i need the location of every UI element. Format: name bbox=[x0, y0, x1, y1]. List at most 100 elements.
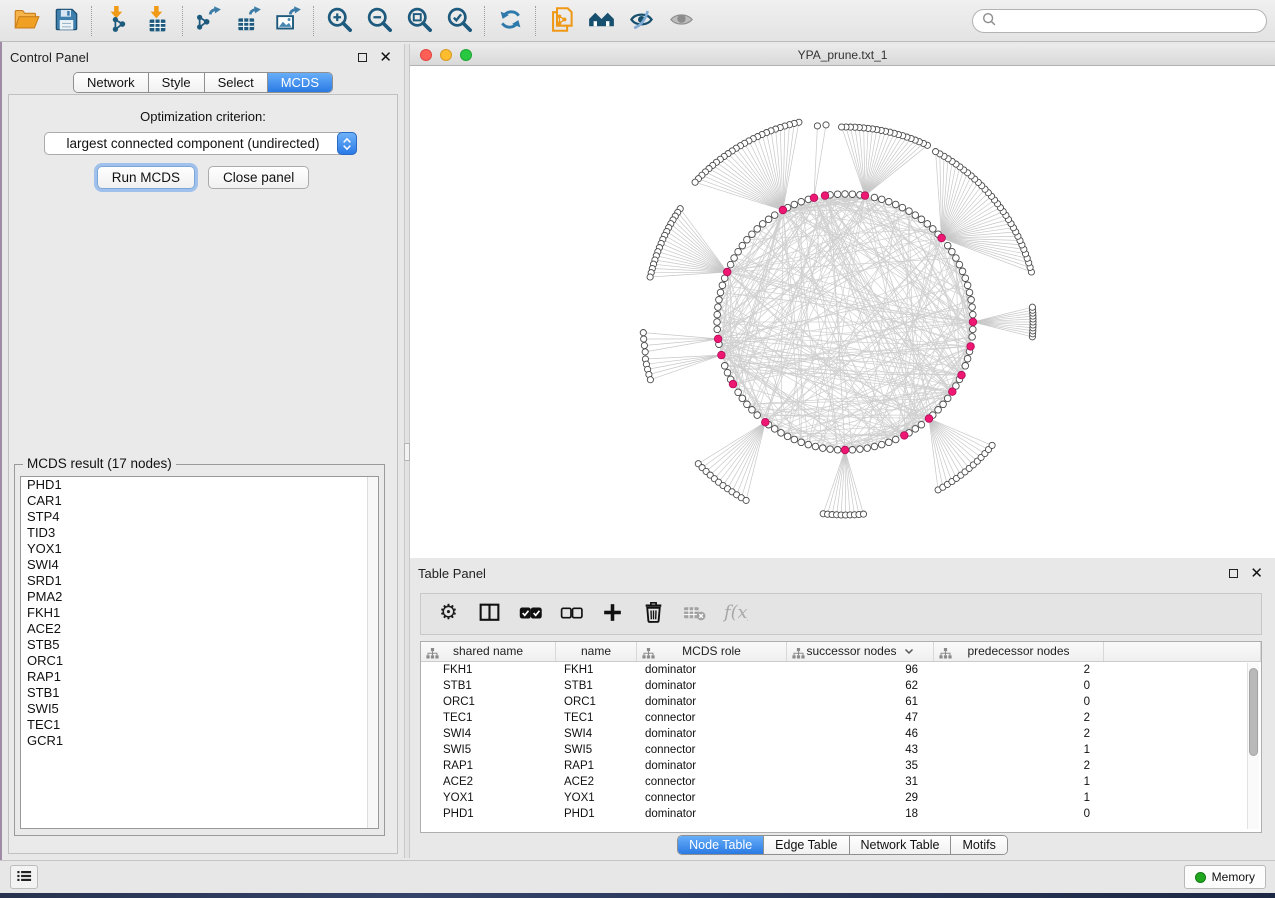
network-canvas[interactable] bbox=[410, 66, 1275, 558]
table-scrollbar-thumb[interactable] bbox=[1249, 668, 1258, 756]
open-file-button[interactable] bbox=[6, 4, 46, 38]
cell: 2 bbox=[934, 758, 1104, 774]
table-row[interactable]: SWI4SWI4dominator462 bbox=[421, 726, 1261, 742]
mcds-result-item[interactable]: TEC1 bbox=[21, 717, 378, 733]
mcds-result-item[interactable]: FKH1 bbox=[21, 605, 378, 621]
column-header-successor-nodes[interactable]: successor nodes bbox=[787, 642, 934, 661]
tab-style[interactable]: Style bbox=[148, 73, 204, 92]
node-table[interactable]: shared namenameMCDS rolesuccessor nodesp… bbox=[420, 641, 1262, 833]
column-header-name[interactable]: name bbox=[556, 642, 637, 661]
delete-table-button[interactable] bbox=[681, 601, 707, 627]
zoom-selected-button[interactable] bbox=[439, 4, 479, 38]
tab-select[interactable]: Select bbox=[204, 73, 267, 92]
toolbar-separator bbox=[182, 6, 183, 36]
import-network-icon bbox=[104, 6, 131, 36]
close-panel-button[interactable]: Close panel bbox=[208, 166, 309, 189]
table-row[interactable]: PHD1PHD1dominator180 bbox=[421, 806, 1261, 822]
function-builder-button[interactable]: f(x) bbox=[722, 601, 748, 627]
search-input[interactable] bbox=[1002, 14, 1258, 28]
mcds-node bbox=[901, 432, 909, 440]
column-header-predecessor-nodes[interactable]: predecessor nodes bbox=[934, 642, 1104, 661]
mcds-result-item[interactable]: STB1 bbox=[21, 685, 378, 701]
table-tab-edge-table[interactable]: Edge Table bbox=[763, 836, 848, 854]
show-details-button[interactable] bbox=[661, 4, 701, 38]
mcds-result-item[interactable]: YOX1 bbox=[21, 541, 378, 557]
function-builder-icon: f(x) bbox=[723, 600, 748, 628]
table-row[interactable]: TEC1TEC1connector472 bbox=[421, 710, 1261, 726]
mcds-result-item[interactable]: PMA2 bbox=[21, 589, 378, 605]
table-tab-node-table[interactable]: Node Table bbox=[678, 836, 763, 854]
memory-button[interactable]: Memory bbox=[1184, 865, 1266, 889]
delete-columns-button[interactable] bbox=[640, 601, 666, 627]
control-panel-title: Control Panel bbox=[10, 50, 346, 65]
mcds-result-item[interactable]: SWI4 bbox=[21, 557, 378, 573]
memory-label: Memory bbox=[1212, 870, 1255, 884]
mcds-result-item[interactable]: TID3 bbox=[21, 525, 378, 541]
export-network-button[interactable] bbox=[188, 4, 228, 38]
table-row[interactable]: STB1STB1dominator620 bbox=[421, 678, 1261, 694]
table-row[interactable]: ORC1ORC1dominator610 bbox=[421, 694, 1261, 710]
mcds-node bbox=[762, 418, 770, 426]
hide-selected-button[interactable] bbox=[621, 4, 661, 38]
mcds-node bbox=[718, 351, 726, 359]
zoom-in-button[interactable] bbox=[319, 4, 359, 38]
cell: 1 bbox=[934, 774, 1104, 790]
import-table-button[interactable] bbox=[137, 4, 177, 38]
mcds-result-item[interactable]: ORC1 bbox=[21, 653, 378, 669]
cell: ORC1 bbox=[421, 694, 556, 710]
mcds-result-item[interactable]: GCR1 bbox=[21, 733, 378, 749]
table-row[interactable]: RAP1RAP1dominator352 bbox=[421, 758, 1261, 774]
table-scrollbar[interactable] bbox=[1247, 663, 1259, 829]
mcds-list-scrollbar[interactable] bbox=[367, 477, 378, 828]
cell: connector bbox=[637, 774, 787, 790]
table-row[interactable]: SWI5SWI5connector431 bbox=[421, 742, 1261, 758]
table-row[interactable]: FKH1FKH1dominator962 bbox=[421, 662, 1261, 678]
column-header-mcds-role[interactable]: MCDS role bbox=[637, 642, 787, 661]
tab-network[interactable]: Network bbox=[74, 73, 148, 92]
svg-text:⚙: ⚙ bbox=[439, 600, 458, 624]
table-row[interactable]: YOX1YOX1connector291 bbox=[421, 790, 1261, 806]
import-network-button[interactable] bbox=[97, 4, 137, 38]
first-neighbors-button[interactable] bbox=[581, 4, 621, 38]
share-document-button[interactable] bbox=[541, 4, 581, 38]
table-tab-network-table[interactable]: Network Table bbox=[849, 836, 951, 854]
close-panel-icon[interactable]: ✕ bbox=[379, 53, 392, 62]
mcds-result-item[interactable]: STB5 bbox=[21, 637, 378, 653]
export-image-button[interactable] bbox=[268, 4, 308, 38]
zoom-out-button[interactable] bbox=[359, 4, 399, 38]
table-close-icon[interactable]: ✕ bbox=[1250, 569, 1263, 578]
column-settings-button[interactable]: ⚙ bbox=[435, 601, 461, 627]
select-all-checkboxes-button[interactable] bbox=[517, 601, 543, 627]
table-float-button[interactable] bbox=[1229, 569, 1238, 578]
save-session-button[interactable] bbox=[46, 4, 86, 38]
float-panel-button[interactable] bbox=[358, 53, 367, 62]
table-row[interactable]: ACE2ACE2connector311 bbox=[421, 774, 1261, 790]
status-bar: Memory bbox=[0, 860, 1275, 893]
run-mcds-button[interactable]: Run MCDS bbox=[97, 166, 195, 189]
split-panel-button[interactable] bbox=[476, 601, 502, 627]
show-details-icon bbox=[668, 6, 695, 36]
mcds-result-list[interactable]: PHD1CAR1STP4TID3YOX1SWI4SRD1PMA2FKH1ACE2… bbox=[20, 476, 379, 829]
export-table-button[interactable] bbox=[228, 4, 268, 38]
column-header-shared-name[interactable]: shared name bbox=[421, 642, 556, 661]
cell: SWI4 bbox=[421, 726, 556, 742]
zoom-selected-icon bbox=[446, 6, 473, 36]
mcds-result-item[interactable]: ACE2 bbox=[21, 621, 378, 637]
deselect-all-checkboxes-button[interactable] bbox=[558, 601, 584, 627]
add-column-button[interactable] bbox=[599, 601, 625, 627]
mcds-result-item[interactable]: STP4 bbox=[21, 509, 378, 525]
mcds-result-item[interactable]: SRD1 bbox=[21, 573, 378, 589]
cell: 29 bbox=[787, 790, 934, 806]
mcds-result-item[interactable]: RAP1 bbox=[21, 669, 378, 685]
table-tab-motifs[interactable]: Motifs bbox=[950, 836, 1006, 854]
zoom-fit-button[interactable] bbox=[399, 4, 439, 38]
mcds-result-item[interactable]: PHD1 bbox=[21, 477, 378, 493]
mcds-result-item[interactable]: SWI5 bbox=[21, 701, 378, 717]
search-box[interactable] bbox=[972, 9, 1267, 33]
mcds-result-item[interactable]: CAR1 bbox=[21, 493, 378, 509]
refresh-button[interactable] bbox=[490, 4, 530, 38]
criterion-dropdown[interactable]: largest connected component (undirected) bbox=[44, 132, 357, 155]
status-list-button[interactable] bbox=[10, 865, 38, 889]
cell: RAP1 bbox=[556, 758, 637, 774]
tab-mcds[interactable]: MCDS bbox=[267, 73, 332, 92]
